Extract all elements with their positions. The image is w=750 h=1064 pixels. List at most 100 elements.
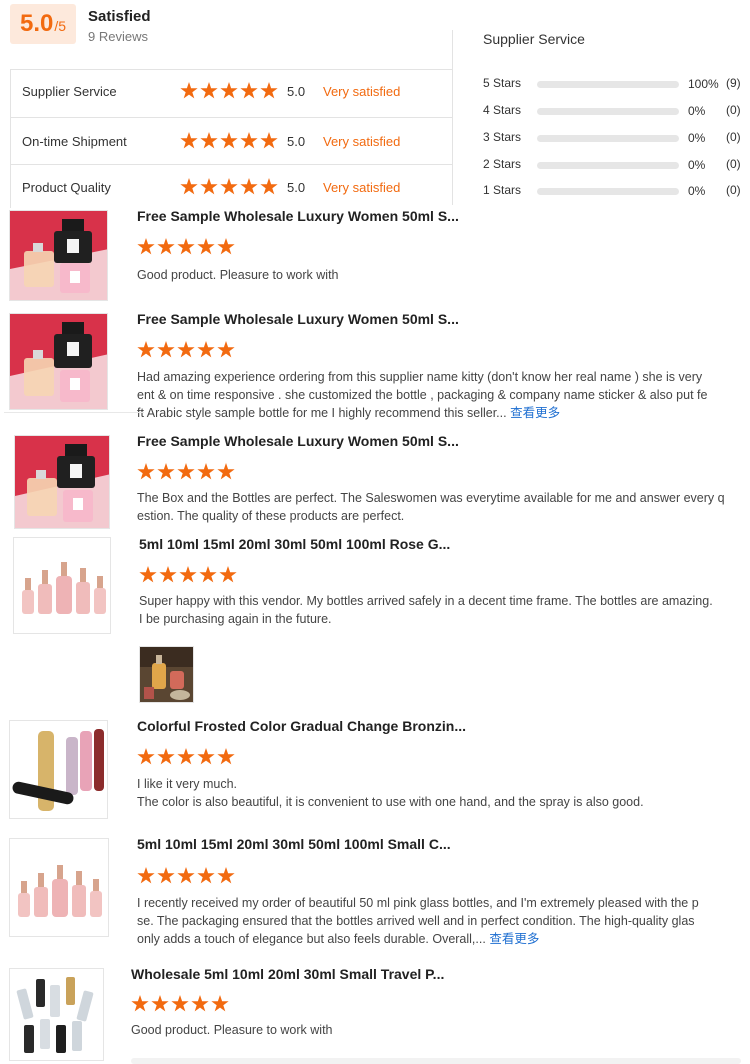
- star-icon: [197, 463, 215, 480]
- distribution-count: (0): [726, 157, 741, 171]
- review-text-line: I recently received my order of beautifu…: [137, 896, 699, 910]
- star-icon: [171, 995, 189, 1012]
- distribution-count: (0): [726, 103, 741, 117]
- star-icon: [180, 82, 198, 99]
- category-row-on-time-shipment: On-time Shipment 5.0 Very satisfied: [22, 132, 442, 152]
- star-icon: [179, 566, 197, 583]
- star-icon: [197, 867, 215, 884]
- star-icon: [191, 995, 209, 1012]
- review-product-title[interactable]: Free Sample Wholesale Luxury Women 50ml …: [137, 433, 459, 449]
- category-verdict: Very satisfied: [323, 180, 401, 195]
- distribution-bar: [537, 108, 679, 115]
- review-stars: [137, 463, 235, 481]
- star-icon: [211, 995, 229, 1012]
- review-text-line-content: only adds a touch of elegance but also f…: [137, 932, 486, 946]
- distribution-row-1[interactable]: 1 Stars 0% (0): [483, 183, 748, 199]
- review-text-line: The color is also beautiful, it is conve…: [137, 795, 644, 809]
- review-text-line: I be purchasing again in the future.: [139, 612, 332, 626]
- category-stars: [180, 178, 278, 196]
- review-product-title[interactable]: 5ml 10ml 15ml 20ml 30ml 50ml 100ml Rose …: [139, 536, 450, 552]
- summary-divider: [452, 30, 453, 205]
- star-icon: [177, 463, 195, 480]
- star-icon: [220, 178, 238, 195]
- star-icon: [157, 867, 175, 884]
- overall-score-badge: 5.0/5: [10, 4, 76, 44]
- star-icon: [260, 82, 278, 99]
- star-icon: [157, 238, 175, 255]
- distribution-row-2[interactable]: 2 Stars 0% (0): [483, 157, 748, 173]
- distribution-row-5[interactable]: 5 Stars 100% (9): [483, 76, 748, 92]
- star-icon: [217, 748, 235, 765]
- product-thumbnail-perfume-black-cap[interactable]: [9, 313, 108, 410]
- star-icon: [220, 132, 238, 149]
- review-text-line: Had amazing experience ordering from thi…: [137, 370, 703, 384]
- review-divider: [4, 412, 144, 413]
- star-icon: [240, 132, 258, 149]
- star-icon: [177, 238, 195, 255]
- distribution-label: 3 Stars: [483, 130, 522, 144]
- star-icon: [260, 178, 278, 195]
- review-text-line-content: ft Arabic style sample bottle for me I h…: [137, 406, 507, 420]
- review-stars: [131, 995, 229, 1013]
- review-stars: [139, 566, 237, 584]
- category-name: On-time Shipment: [22, 134, 127, 149]
- category-stars: [180, 132, 278, 150]
- overall-rating-label: Satisfied: [88, 8, 151, 25]
- review-text: I like it very much. The color is also b…: [137, 775, 644, 811]
- distribution-row-4[interactable]: 4 Stars 0% (0): [483, 103, 748, 119]
- category-score: 5.0: [287, 180, 306, 195]
- review-text: Good product. Pleasure to work with: [131, 1021, 333, 1039]
- review-product-title[interactable]: Free Sample Wholesale Luxury Women 50ml …: [137, 208, 459, 224]
- star-icon: [240, 178, 258, 195]
- star-icon: [199, 566, 217, 583]
- star-icon: [200, 82, 218, 99]
- distribution-percent: 0%: [688, 131, 706, 145]
- distribution-percent: 0%: [688, 184, 706, 198]
- review-text-line: Super happy with this vendor. My bottles…: [139, 594, 713, 608]
- distribution-bar: [537, 162, 679, 169]
- star-icon: [219, 566, 237, 583]
- product-thumbnail-pink-dropper-bottles[interactable]: [9, 838, 109, 937]
- view-more-link[interactable]: 查看更多: [489, 932, 539, 946]
- distribution-percent: 0%: [688, 158, 706, 172]
- review-product-title[interactable]: Wholesale 5ml 10ml 20ml 30ml Small Trave…: [131, 966, 444, 982]
- star-icon: [177, 748, 195, 765]
- product-thumbnail-travel-spray-bottles[interactable]: [9, 968, 104, 1061]
- review-text: Good product. Pleasure to work with: [137, 266, 339, 284]
- review-product-title[interactable]: Free Sample Wholesale Luxury Women 50ml …: [137, 311, 459, 327]
- review-text-line: Good product. Pleasure to work with: [137, 268, 339, 282]
- review-photo[interactable]: [139, 646, 194, 703]
- product-thumbnail-atomizer-sprayers[interactable]: [9, 720, 108, 819]
- distribution-label: 1 Stars: [483, 183, 522, 197]
- star-icon: [200, 132, 218, 149]
- category-divider: [10, 164, 452, 165]
- category-row-supplier-service: Supplier Service 5.0 Very satisfied: [22, 82, 442, 102]
- review-text-line: I like it very much.: [137, 777, 238, 791]
- star-icon: [220, 82, 238, 99]
- star-icon: [217, 341, 235, 358]
- star-icon: [157, 341, 175, 358]
- star-icon: [217, 238, 235, 255]
- review-product-title[interactable]: 5ml 10ml 15ml 20ml 30ml 50ml 100ml Small…: [137, 836, 451, 852]
- star-icon: [137, 463, 155, 480]
- product-thumbnail-perfume-black-cap[interactable]: [9, 210, 108, 301]
- review-product-title[interactable]: Colorful Frosted Color Gradual Change Br…: [137, 718, 466, 734]
- star-icon: [200, 178, 218, 195]
- star-icon: [260, 132, 278, 149]
- star-icon: [157, 748, 175, 765]
- star-icon: [180, 132, 198, 149]
- category-name: Product Quality: [22, 180, 111, 195]
- review-text: The Box and the Bottles are perfect. The…: [137, 489, 725, 525]
- review-text-line: estion. The quality of these products ar…: [137, 509, 405, 523]
- product-thumbnail-pink-dropper-bottles[interactable]: [13, 537, 111, 634]
- star-icon: [197, 238, 215, 255]
- star-icon: [177, 867, 195, 884]
- review-stars: [137, 238, 235, 256]
- view-more-link[interactable]: 查看更多: [510, 406, 560, 420]
- product-thumbnail-perfume-black-cap[interactable]: [14, 435, 110, 529]
- distribution-label: 5 Stars: [483, 76, 522, 90]
- distribution-row-3[interactable]: 3 Stars 0% (0): [483, 130, 748, 146]
- overall-score-max: /5: [54, 18, 67, 34]
- star-icon: [137, 867, 155, 884]
- review-text: I recently received my order of beautifu…: [137, 894, 699, 948]
